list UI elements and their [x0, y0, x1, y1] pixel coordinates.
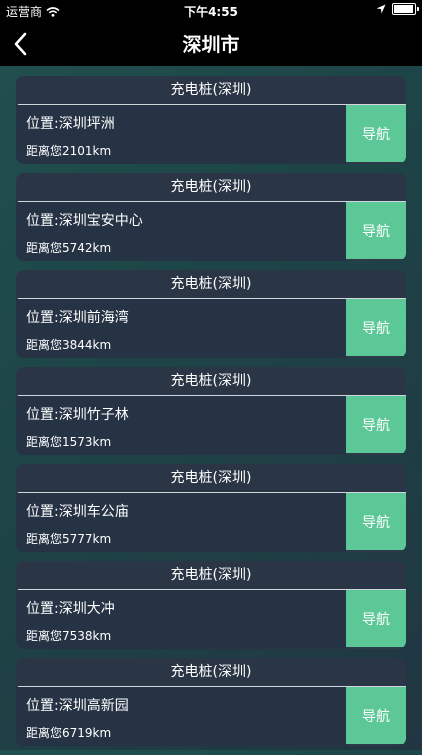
station-title: 充电桩(深圳) [16, 561, 406, 589]
station-location: 位置:深圳大冲 [26, 601, 115, 617]
station-info: 位置:深圳宝安中心 距离您5742km [16, 202, 346, 261]
station-info: 位置:深圳车公庙 距离您5777km [16, 493, 346, 552]
navigate-button[interactable]: 导航 [346, 590, 406, 647]
navigate-button[interactable]: 导航 [346, 493, 406, 550]
station-card[interactable]: 充电桩(深圳) 位置:深圳大冲 距离您7538km 导航 [16, 561, 406, 649]
status-time: 下午4:55 [184, 5, 238, 19]
station-info: 位置:深圳大冲 距离您7538km [16, 590, 346, 649]
station-location: 位置:深圳车公庙 [26, 504, 129, 520]
station-distance: 距离您5742km [26, 241, 112, 255]
navigate-button[interactable]: 导航 [346, 105, 406, 162]
station-info: 位置:深圳竹子林 距离您1573km [16, 396, 346, 455]
station-distance: 距离您7538km [26, 629, 112, 643]
station-title: 充电桩(深圳) [16, 658, 406, 686]
station-list: 充电桩(深圳) 位置:深圳坪洲 距离您2101km 导航 充电桩(深圳) 位置:深圳宝安中… [16, 76, 406, 755]
status-right [376, 3, 419, 15]
station-title: 充电桩(深圳) [16, 76, 406, 104]
page-title: 深圳市 [182, 34, 240, 56]
station-title: 充电桩(深圳) [16, 270, 406, 298]
station-title: 充电桩(深圳) [16, 464, 406, 492]
station-distance: 距离您3844km [26, 338, 112, 352]
station-card[interactable]: 充电桩(深圳) 位置:深圳高新园 距离您6719km 导航 [16, 658, 406, 746]
station-location: 位置:深圳高新园 [26, 698, 129, 714]
station-title: 充电桩(深圳) [16, 367, 406, 395]
station-card[interactable]: 充电桩(深圳) 位置:深圳坪洲 距离您2101km 导航 [16, 76, 406, 164]
battery-icon [392, 3, 419, 15]
station-card[interactable]: 充电桩(深圳) 位置:深圳竹子林 距离您1573km 导航 [16, 367, 406, 455]
location-arrow-icon [376, 4, 386, 14]
navigate-button[interactable]: 导航 [346, 396, 406, 453]
station-info: 位置:深圳高新园 距离您6719km [16, 687, 346, 746]
station-location: 位置:深圳竹子林 [26, 407, 129, 423]
station-distance: 距离您6719km [26, 726, 112, 740]
station-distance: 距离您1573km [26, 435, 112, 449]
navigate-button[interactable]: 导航 [346, 299, 406, 356]
battery-fill [394, 5, 413, 13]
station-card[interactable]: 充电桩(深圳) 位置:深圳前海湾 距离您3844km 导航 [16, 270, 406, 358]
navigate-button[interactable]: 导航 [346, 202, 406, 259]
station-info: 位置:深圳坪洲 距离您2101km [16, 105, 346, 164]
station-card[interactable]: 充电桩(深圳) 位置:深圳车公庙 距离您5777km 导航 [16, 464, 406, 552]
status-bar: 运营商 下午4:55 [0, 0, 422, 20]
navigate-button[interactable]: 导航 [346, 687, 406, 744]
station-card[interactable]: 充电桩(深圳) 位置:深圳宝安中心 距离您5742km 导航 [16, 173, 406, 261]
station-distance: 距离您5777km [26, 532, 112, 546]
station-title: 充电桩(深圳) [16, 173, 406, 201]
station-info: 位置:深圳前海湾 距离您3844km [16, 299, 346, 358]
header: 运营商 下午4:55 深圳市 [0, 0, 422, 66]
station-location: 位置:深圳前海湾 [26, 310, 129, 326]
station-location: 位置:深圳坪洲 [26, 116, 115, 132]
station-location: 位置:深圳宝安中心 [26, 213, 143, 229]
station-distance: 距离您2101km [26, 144, 112, 158]
